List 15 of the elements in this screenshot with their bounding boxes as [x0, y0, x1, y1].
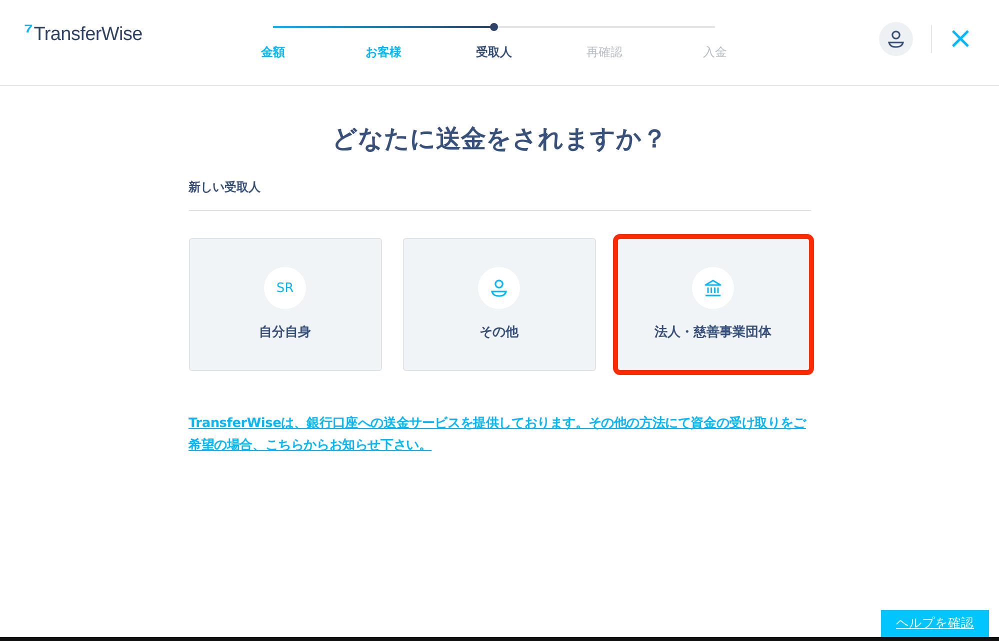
step-label: 入金	[702, 44, 728, 61]
step-label: 受取人	[474, 44, 513, 61]
user-icon	[489, 278, 509, 298]
progress-marker	[490, 23, 498, 31]
page-title: どなたに送金をされますか？	[331, 123, 668, 155]
step-label: お客様	[364, 44, 403, 61]
recipient-option[interactable]: SR 自分自身	[188, 238, 382, 371]
step-label: 金額	[260, 44, 286, 61]
recipient-option[interactable]: その他	[402, 238, 596, 371]
step-label: 再確認	[585, 44, 624, 61]
user-icon	[886, 29, 906, 49]
section-heading: 新しい受取人	[188, 179, 810, 211]
bank-icon	[703, 278, 723, 298]
initials-avatar: SR	[276, 280, 294, 296]
profile-button[interactable]	[878, 22, 913, 56]
